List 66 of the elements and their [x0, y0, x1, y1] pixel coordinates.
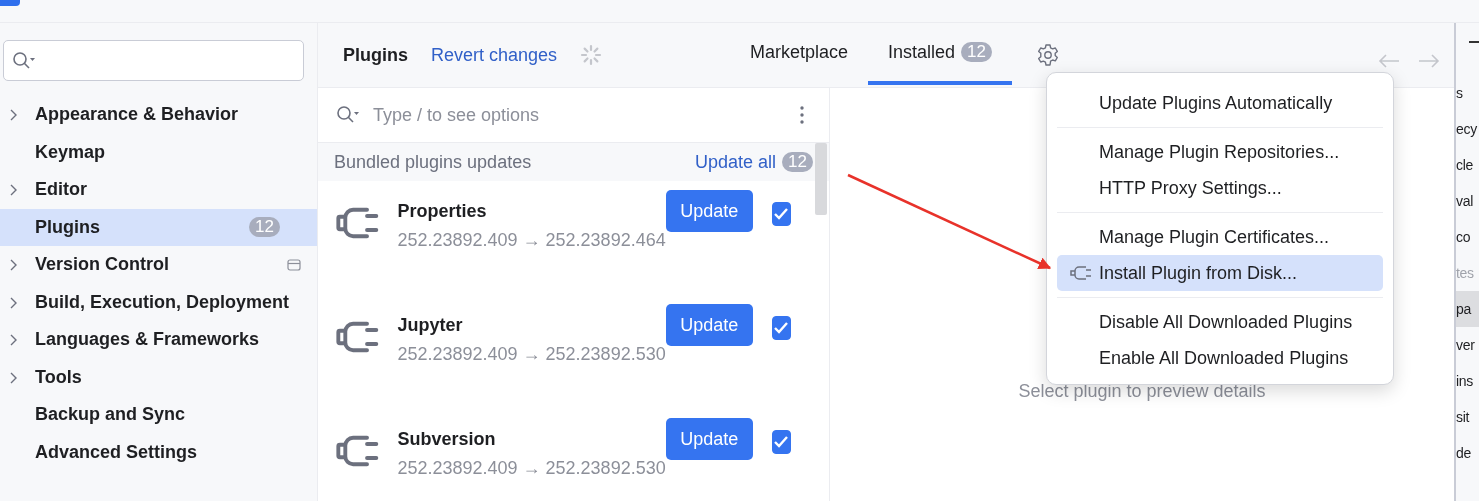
menu-item[interactable]: Manage Plugin Certificates... [1057, 219, 1383, 255]
search-icon [335, 105, 361, 125]
menu-item[interactable]: Update Plugins Automatically [1057, 85, 1383, 121]
search-icon [12, 50, 36, 71]
update-button[interactable]: Update [665, 304, 753, 346]
plugin-version: 252.23892.409 → 252.23892.530 [397, 458, 666, 479]
plugin-version: 252.23892.409 → 252.23892.464 [397, 230, 666, 251]
chevron-icon[interactable] [9, 183, 19, 197]
sidebar-item[interactable]: Backup and Sync [0, 396, 317, 434]
more-options-icon[interactable] [799, 105, 805, 125]
menu-item[interactable]: HTTP Proxy Settings... [1057, 170, 1383, 206]
background-text: cle [1456, 156, 1474, 175]
search-field[interactable]: Type / to see options [371, 103, 789, 127]
search-field[interactable] [3, 40, 304, 81]
menu-item[interactable]: Disable All Downloaded Plugins [1057, 304, 1383, 340]
chevron-icon[interactable] [9, 295, 19, 310]
loading-spinner-icon [580, 44, 603, 66]
background-text: s [1456, 84, 1464, 103]
check-icon [773, 321, 790, 335]
count-badge: 12 [782, 152, 813, 172]
update-button[interactable]: Update [665, 190, 753, 232]
background-text: pa [1456, 291, 1479, 327]
background-text: ins [1456, 372, 1474, 391]
menu-item[interactable]: Manage Plugin Repositories... [1057, 134, 1383, 170]
chevron-icon[interactable] [9, 258, 19, 272]
tab[interactable]: Marketplace [730, 23, 869, 85]
background-text: sit [1456, 408, 1471, 427]
chevron-icon[interactable] [9, 108, 19, 122]
sidebar-item[interactable]: Tools [0, 358, 317, 396]
update-button[interactable]: Update [665, 418, 753, 460]
plugin-name: Subversion [397, 429, 497, 450]
checkbox[interactable] [771, 316, 791, 340]
plugin-name: Properties [397, 201, 488, 222]
menu-item[interactable]: Enable All Downloaded Plugins [1057, 340, 1383, 376]
menu-item[interactable]: Install Plugin from Disk... [1057, 255, 1383, 291]
check-icon [773, 207, 790, 221]
plugin-version: 252.23892.409 → 252.23892.530 [397, 344, 666, 365]
sidebar-item[interactable]: Build, Execution, Deployment [0, 283, 317, 321]
update-all-link[interactable]: Update all [695, 151, 777, 173]
plugin-name: Jupyter [397, 315, 464, 336]
background-text: tes [1456, 264, 1475, 283]
background-text: co [1456, 228, 1472, 247]
background-text: de [1456, 444, 1472, 463]
sidebar-item[interactable]: Version Control [0, 246, 317, 284]
chevron-icon[interactable] [9, 333, 19, 347]
section-title: Bundled plugins updates [334, 151, 532, 173]
chevron-icon[interactable] [9, 370, 19, 385]
background-text: val [1456, 192, 1474, 211]
check-icon [773, 435, 790, 449]
sidebar-item[interactable]: Advanced Settings [0, 433, 317, 471]
background-text: ver [1456, 336, 1476, 355]
sidebar-item[interactable]: Editor [0, 171, 317, 209]
background-text: ecy [1456, 120, 1478, 139]
page-title: Plugins [343, 44, 408, 66]
checkbox[interactable] [771, 202, 791, 226]
sidebar-item[interactable]: Plugins 12 [0, 208, 317, 246]
checkbox[interactable] [771, 430, 791, 454]
revert-changes-link[interactable]: Revert changes [431, 44, 558, 66]
tab[interactable]: Installed 12 [868, 23, 1012, 85]
app-logo-icon [0, 0, 20, 6]
sidebar-item[interactable]: Keymap [0, 133, 317, 171]
sidebar-item[interactable]: Appearance & Behavior [0, 96, 317, 134]
scrollbar-thumb[interactable] [815, 143, 827, 215]
settings-icon[interactable] [1036, 43, 1060, 67]
empty-state-text: Select plugin to preview details [1018, 381, 1266, 403]
sidebar-item[interactable]: Languages & Frameworks [0, 321, 317, 359]
